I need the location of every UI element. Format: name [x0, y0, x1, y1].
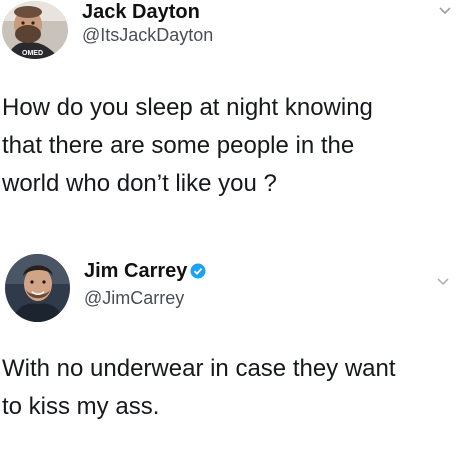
profile-photo-icon: OMED	[2, 1, 68, 59]
author-name-text[interactable]: Jim Carrey	[84, 260, 187, 282]
profile-photo-icon	[5, 254, 70, 322]
tweet-jim-carrey[interactable]: Jim Carrey @JimCarrey With no underwear …	[0, 240, 460, 467]
tweet-text-line: world who don’t like you ?	[2, 170, 277, 197]
tweet-text-line: How do you sleep at night knowing	[2, 94, 373, 121]
avatar[interactable]	[5, 254, 70, 322]
tweet-text: With no underwear in case they want to k…	[2, 350, 447, 426]
tweet-text-line: that there are some people in the	[2, 132, 355, 159]
tweet-text-line: With no underwear in case they want	[2, 355, 396, 382]
tweet-text-line: to kiss my ass.	[2, 393, 160, 420]
author-name[interactable]: Jim Carrey	[84, 260, 206, 283]
verified-badge-icon	[190, 263, 206, 279]
chevron-down-icon[interactable]	[438, 6, 452, 16]
author-name[interactable]: Jack Dayton	[82, 1, 200, 24]
svg-text:OMED: OMED	[22, 50, 43, 57]
author-handle[interactable]: @JimCarrey	[84, 288, 184, 309]
avatar[interactable]: OMED	[2, 1, 68, 59]
chevron-down-icon[interactable]	[436, 277, 450, 287]
tweet-jack-dayton[interactable]: OMED Jack Dayton @ItsJackDayton How do y…	[0, 0, 460, 232]
tweet-text: How do you sleep at night knowing that t…	[2, 89, 447, 203]
author-handle[interactable]: @ItsJackDayton	[82, 25, 213, 46]
